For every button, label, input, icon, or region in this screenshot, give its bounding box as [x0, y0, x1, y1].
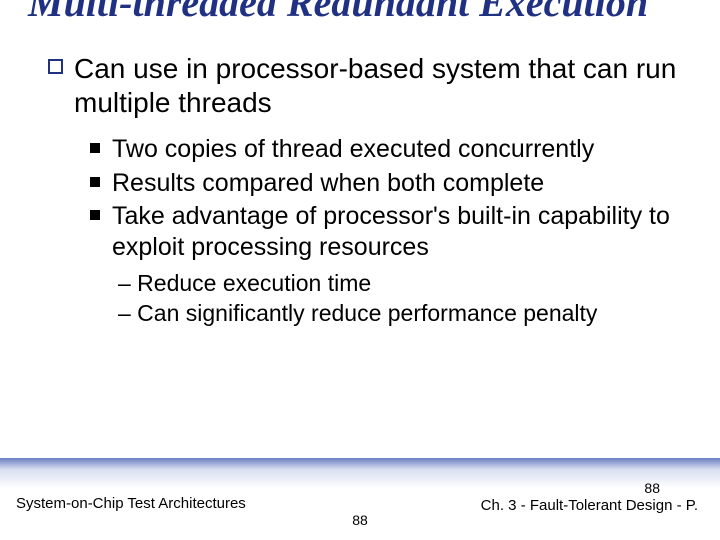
bullet-level1: Can use in processor-based system that c… [48, 52, 692, 120]
bullet-level2-text: Two copies of thread executed concurrent… [112, 135, 594, 163]
bullet-level2-group: Two copies of thread executed concurrent… [48, 134, 692, 329]
bullet-level2-text: Take advantage of processor's built-in c… [112, 202, 670, 261]
page-number: 88 [644, 480, 660, 496]
hollow-square-icon [48, 59, 63, 74]
bullet-level3: – Can significantly reduce performance p… [118, 299, 692, 329]
bullet-level3: – Reduce execution time [118, 269, 692, 299]
footer-left-text: System-on-Chip Test Architectures [16, 495, 246, 512]
filled-square-icon [90, 210, 100, 220]
footer-right-text: Ch. 3 - Fault-Tolerant Design - P. [481, 497, 698, 514]
bullet-level1-text: Can use in processor-based system that c… [74, 53, 676, 118]
bullet-level2: Results compared when both complete [90, 168, 692, 199]
bullet-level2-text: Results compared when both complete [112, 169, 544, 197]
bullet-level2: Two copies of thread executed concurrent… [90, 134, 692, 165]
footer-bar: System-on-Chip Test Architectures 88 Ch.… [0, 458, 720, 522]
slide: Multi-threaded Redundant Execution Can u… [0, 0, 720, 522]
bullet-level3-group: – Reduce execution time – Can significan… [90, 269, 692, 329]
filled-square-icon [90, 177, 100, 187]
footer-truncated-number: 88 [352, 512, 368, 528]
content-area: Can use in processor-based system that c… [28, 52, 692, 329]
bullet-level2: Take advantage of processor's built-in c… [90, 201, 692, 264]
filled-square-icon [90, 143, 100, 153]
slide-title: Multi-threaded Redundant Execution [28, 0, 692, 24]
